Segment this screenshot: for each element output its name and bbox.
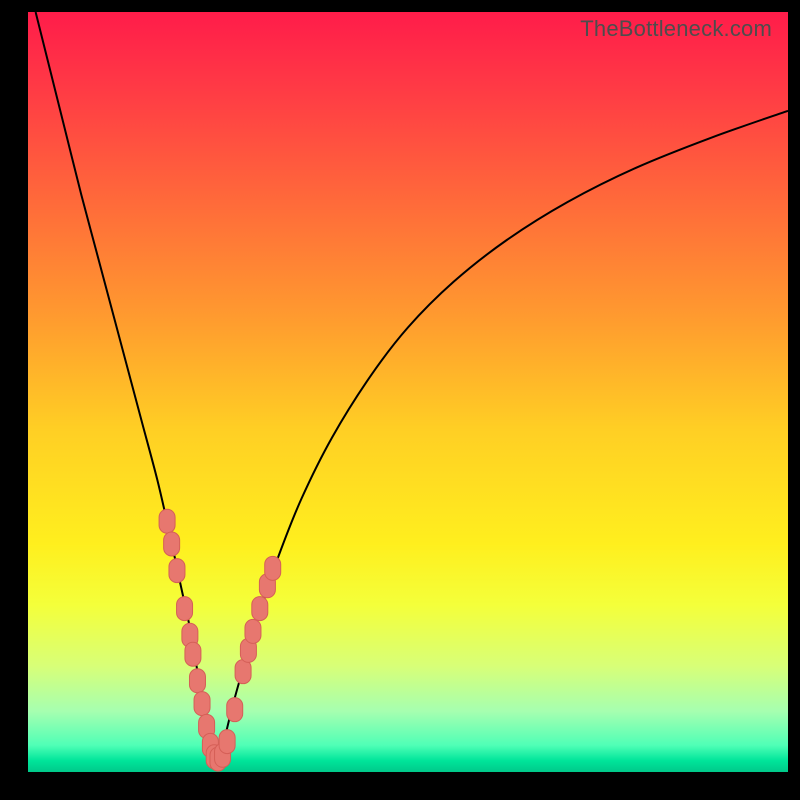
curve-marker — [169, 559, 185, 583]
chart-svg — [28, 12, 788, 772]
curve-marker — [265, 556, 281, 580]
watermark-text: TheBottleneck.com — [580, 16, 772, 42]
curve-marker — [219, 730, 235, 754]
curve-marker — [194, 692, 210, 716]
curve-marker — [159, 509, 175, 533]
chart-frame: TheBottleneck.com — [0, 0, 800, 800]
curve-marker — [189, 669, 205, 693]
plot-area: TheBottleneck.com — [28, 12, 788, 772]
curve-marker — [245, 619, 261, 643]
curve-marker — [252, 597, 268, 621]
curve-marker — [227, 698, 243, 722]
curve-marker — [235, 660, 251, 684]
curve-marker — [177, 597, 193, 621]
curve-marker — [164, 532, 180, 556]
gradient-background — [28, 12, 788, 772]
curve-marker — [185, 642, 201, 666]
